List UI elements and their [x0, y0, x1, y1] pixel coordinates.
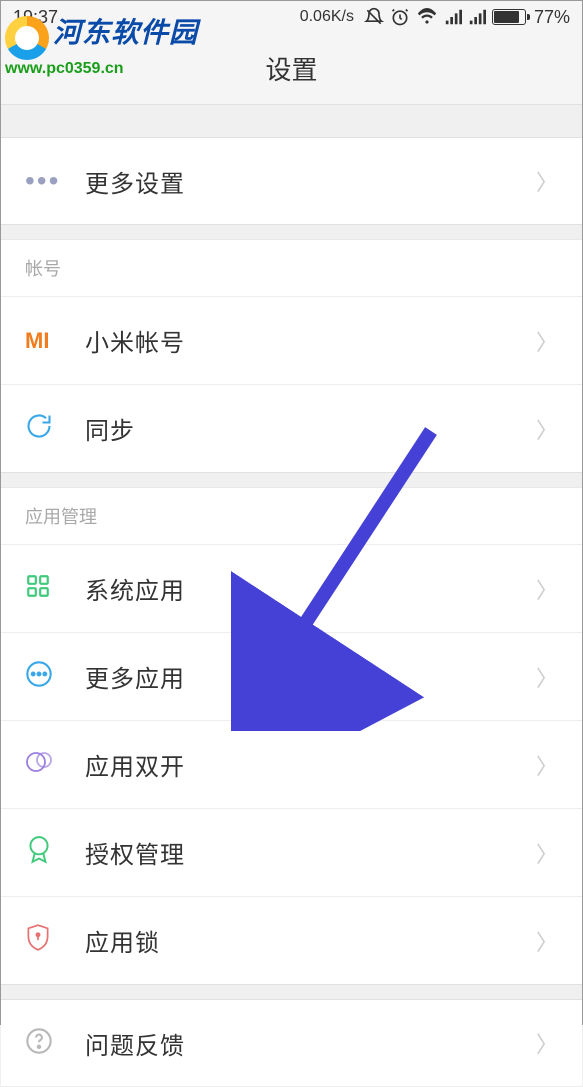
alarm-icon: [390, 7, 410, 27]
status-network-speed: 0.06K/s: [300, 8, 354, 26]
sync-icon: [25, 412, 53, 445]
row-mi-account[interactable]: MI 小米帐号 〉: [1, 297, 582, 385]
row-label: 问题反馈: [85, 1026, 536, 1061]
wifi-icon: [416, 7, 438, 27]
row-label: 应用双开: [85, 747, 536, 782]
dnd-icon: [364, 7, 384, 27]
status-battery-pct: 77%: [534, 7, 570, 28]
section-header-app-mgmt: 应用管理: [1, 487, 582, 545]
row-app-lock[interactable]: 应用锁 〉: [1, 897, 582, 985]
row-label: 更多设置: [85, 164, 536, 199]
row-permissions[interactable]: 授权管理 〉: [1, 809, 582, 897]
signal-2-icon: [468, 8, 486, 26]
chevron-right-icon: 〉: [536, 413, 558, 445]
chevron-right-icon: 〉: [536, 837, 558, 869]
row-label: 更多应用: [85, 659, 536, 694]
signal-1-icon: [444, 8, 462, 26]
chevron-right-icon: 〉: [536, 325, 558, 357]
row-more-settings[interactable]: ••• 更多设置 〉: [1, 137, 582, 225]
dual-circles-icon: [25, 748, 55, 781]
battery-icon: [492, 9, 526, 25]
grid-icon: [25, 573, 51, 604]
chevron-right-icon: 〉: [536, 925, 558, 957]
row-label: 小米帐号: [85, 323, 536, 358]
chevron-right-icon: 〉: [536, 1027, 558, 1059]
help-icon: [25, 1027, 53, 1060]
chevron-right-icon: 〉: [536, 165, 558, 197]
page-title: 设置: [265, 50, 317, 87]
status-bar: 19:37 0.06K/s 77%: [1, 1, 582, 33]
chevron-right-icon: 〉: [536, 573, 558, 605]
page-header: 设置: [1, 33, 582, 105]
row-feedback[interactable]: 问题反馈 〉: [1, 999, 582, 1087]
row-system-apps[interactable]: 系统应用 〉: [1, 545, 582, 633]
chevron-right-icon: 〉: [536, 749, 558, 781]
row-sync[interactable]: 同步 〉: [1, 385, 582, 473]
row-label: 同步: [85, 411, 536, 446]
chevron-right-icon: 〉: [536, 661, 558, 693]
more-settings-icon: •••: [25, 165, 60, 197]
more-apps-icon: [25, 660, 53, 693]
row-dual-apps[interactable]: 应用双开 〉: [1, 721, 582, 809]
row-label: 授权管理: [85, 835, 536, 870]
mi-logo-icon: MI: [25, 328, 49, 354]
shield-lock-icon: [25, 923, 51, 958]
badge-icon: [25, 835, 53, 870]
row-label: 系统应用: [85, 571, 536, 606]
section-header-account: 帐号: [1, 239, 582, 297]
row-more-apps[interactable]: 更多应用 〉: [1, 633, 582, 721]
row-label: 应用锁: [85, 923, 536, 958]
status-time: 19:37: [13, 7, 58, 28]
